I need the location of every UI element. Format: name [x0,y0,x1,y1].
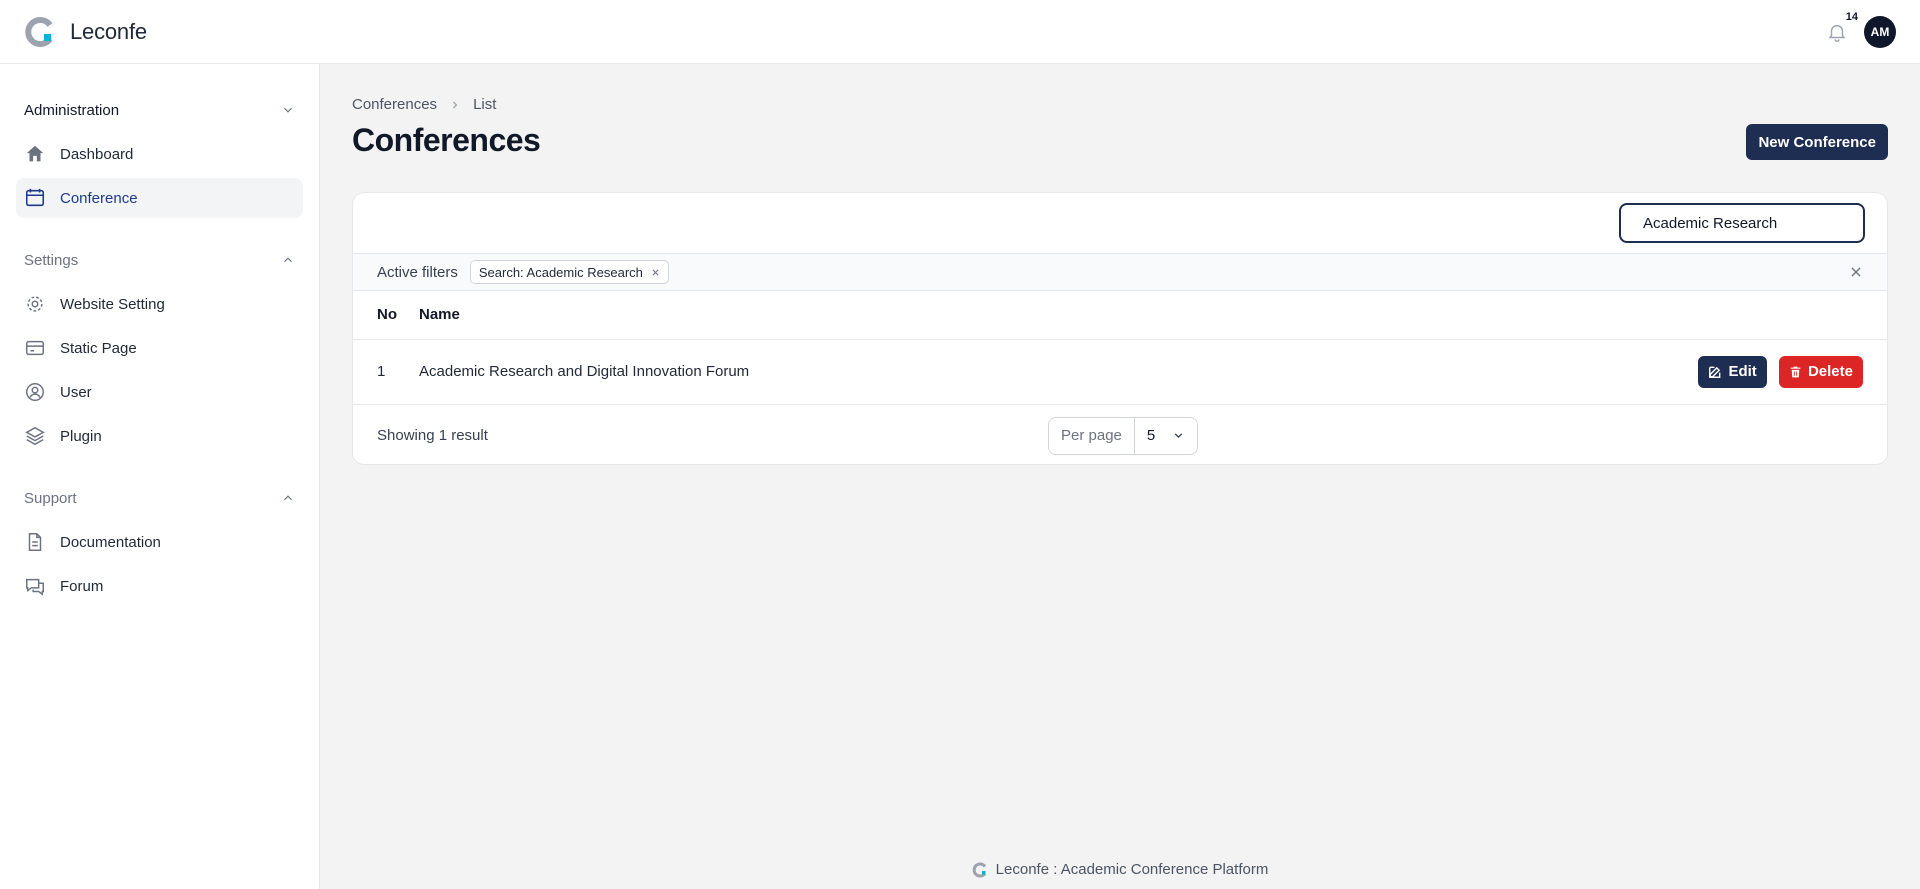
edit-label: Edit [1728,363,1757,380]
app-name: Leconfe [70,18,147,44]
footer-text: Leconfe : Academic Conference Platform [995,861,1269,878]
layers-icon [24,425,46,447]
page-footer: Leconfe : Academic Conference Platform [320,861,1920,878]
breadcrumb: Conferences List [352,96,496,113]
new-conference-button[interactable]: New Conference [1746,124,1888,160]
logo-small-icon [972,862,986,877]
sidebar-item-label: Website Setting [60,295,165,313]
chevron-right-icon [453,101,458,108]
per-page-select[interactable]: Per page 5 [1048,416,1198,455]
gear-icon [24,293,46,315]
cell-actions: Edit Delete [1353,339,1887,405]
column-header-name[interactable]: Name [419,291,1354,340]
delete-button[interactable]: Delete [1778,355,1863,388]
remove-filter-icon[interactable] [651,268,660,277]
notification-count-badge: 14 [1845,10,1858,23]
filter-chip-label: Search: Academic Research [478,264,643,280]
delete-label: Delete [1807,363,1853,380]
page-title: Conferences [352,122,541,158]
per-page-label: Per page [1049,417,1135,454]
table-row[interactable]: 1 Academic Research and Digital Innovati… [353,339,1887,405]
table-header-row: No Name [353,291,1887,340]
sidebar-item-label: User [60,383,92,401]
sidebar: Administration Dashboard Conference Sett… [0,64,320,889]
clear-filters-icon[interactable] [1849,265,1863,279]
sidebar-item-static-page[interactable]: Static Page [16,328,303,368]
edit-button[interactable]: Edit [1698,355,1767,388]
active-filters-bar: Active filters Search: Academic Research [353,254,1887,291]
column-header-actions [1353,291,1887,340]
breadcrumb-conferences[interactable]: Conferences [352,96,437,113]
home-icon [24,143,46,165]
user-circle-icon [24,381,46,403]
per-page-dropdown[interactable]: 5 [1134,417,1197,454]
sidebar-item-label: Plugin [60,427,102,445]
group-label: Settings [24,251,79,269]
logo[interactable]: Leconfe [24,16,147,48]
main-content: Conferences List Conferences New Confere… [320,64,1920,889]
sidebar-item-label: Documentation [60,533,161,551]
sidebar-item-website-setting[interactable]: Website Setting [16,284,303,324]
sidebar-item-dashboard[interactable]: Dashboard [16,134,303,174]
calendar-icon [24,187,46,209]
sidebar-item-documentation[interactable]: Documentation [16,522,303,562]
sidebar-item-user[interactable]: User [16,372,303,412]
sidebar-item-label: Static Page [60,339,137,357]
conferences-table-card: Active filters Search: Academic Research… [352,192,1888,465]
table-footer: Showing 1 result Per page 5 [353,405,1887,465]
avatar[interactable]: AM [1864,15,1896,48]
search-field[interactable] [1619,203,1865,243]
sidebar-item-label: Conference [60,189,138,207]
sidebar-item-forum[interactable]: Forum [16,566,303,606]
filter-chip: Search: Academic Research [469,260,669,284]
cell-name[interactable]: Academic Research and Digital Innovation… [419,339,1354,405]
per-page-value: 5 [1146,427,1156,444]
document-icon [24,531,46,553]
breadcrumb-list: List [473,96,497,113]
cell-no: 1 [353,339,419,405]
topbar: Leconfe 14 AM [0,0,1920,64]
bell-icon [1828,24,1846,42]
group-header-settings[interactable]: Settings [16,240,303,280]
edit-icon [1709,366,1721,378]
sidebar-item-plugin[interactable]: Plugin [16,416,303,456]
group-header-support[interactable]: Support [16,478,303,518]
result-count: Showing 1 result [377,426,488,444]
table-toolbar [353,193,1887,254]
sidebar-group-settings: Settings Website Setting Static Page Use… [16,240,303,456]
chevron-up-icon [284,495,292,501]
notifications-button[interactable]: 14 [1824,11,1858,45]
conferences-table: No Name 1 Academic Research and Digital … [353,291,1887,405]
chevron-down-icon [284,107,292,113]
sidebar-group-support: Support Documentation Forum [16,478,303,606]
search-input[interactable] [1643,214,1842,232]
sidebar-item-conference[interactable]: Conference [16,178,303,218]
group-label: Support [24,489,77,507]
chat-icon [24,575,46,597]
sidebar-group-administration: Administration Dashboard Conference [16,90,303,218]
logo-icon [25,16,53,47]
chevron-down-icon [1174,433,1183,439]
group-label: Administration [24,101,120,119]
trash-icon [1790,366,1801,377]
column-header-no[interactable]: No [353,291,419,340]
credit-card-icon [24,337,46,359]
active-filters-label: Active filters [377,263,458,281]
sidebar-item-label: Dashboard [60,145,134,163]
chevron-up-icon [284,257,292,263]
sidebar-item-label: Forum [60,577,104,595]
group-header-administration[interactable]: Administration [16,90,303,130]
